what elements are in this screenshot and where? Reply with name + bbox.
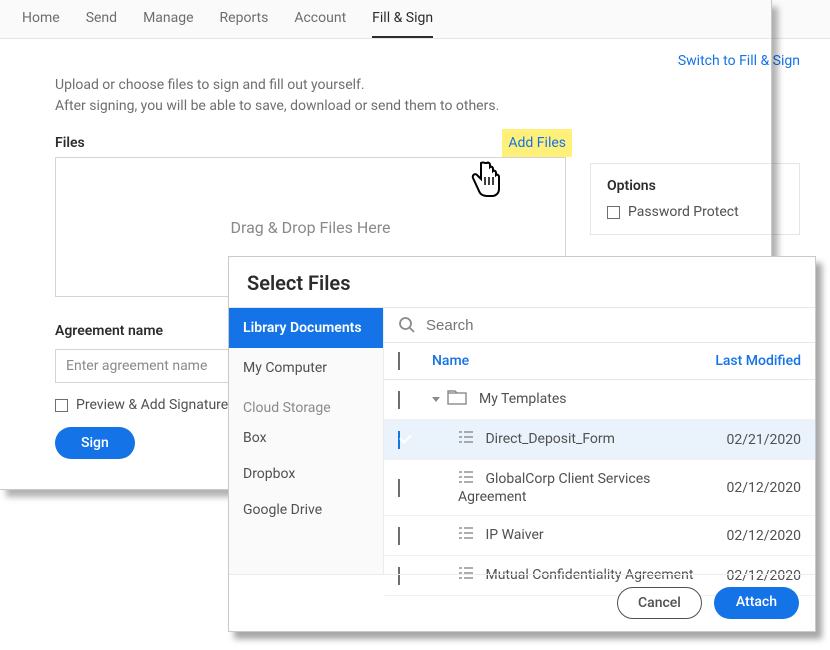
file-date: 02/21/2020 <box>701 432 801 448</box>
chevron-down-icon[interactable] <box>432 397 440 402</box>
nav-tab-reports[interactable]: Reports <box>220 10 269 38</box>
document-icon <box>458 526 474 545</box>
search-icon <box>398 316 416 334</box>
file-date: 02/12/2020 <box>701 528 801 544</box>
dialog-sidebar: Library Documents My Computer Cloud Stor… <box>229 308 384 574</box>
options-heading: Options <box>607 178 783 194</box>
dialog-title: Select Files <box>229 257 815 308</box>
table-row[interactable]: GlobalCorp Client Services Agreement 02/… <box>384 460 815 516</box>
sidebar-item-box[interactable]: Box <box>229 420 383 456</box>
folder-checkbox[interactable] <box>398 391 400 409</box>
file-name: GlobalCorp Client Services Agreement <box>458 471 650 505</box>
dropzone-hint: Drag & Drop Files Here <box>230 218 390 237</box>
document-icon <box>458 470 474 489</box>
search-bar <box>384 308 815 343</box>
nav-tab-home[interactable]: Home <box>22 10 60 38</box>
document-icon <box>458 430 474 449</box>
top-nav: Home Send Manage Reports Account Fill & … <box>0 0 830 39</box>
folder-icon <box>447 390 467 409</box>
row-checkbox[interactable] <box>398 527 400 545</box>
search-input[interactable] <box>426 317 801 334</box>
options-panel: Options Password Protect <box>590 163 800 235</box>
cancel-button[interactable]: Cancel <box>617 587 702 619</box>
preview-checkbox[interactable] <box>55 399 68 412</box>
dialog-footer: Cancel Attach <box>229 574 815 631</box>
table-row[interactable]: IP Waiver 02/12/2020 <box>384 516 815 556</box>
intro-line-1: Upload or choose files to sign and fill … <box>55 75 800 96</box>
file-name: IP Waiver <box>485 527 543 543</box>
table-row[interactable]: Direct_Deposit_Form 02/21/2020 <box>384 420 815 460</box>
nav-tab-account[interactable]: Account <box>294 10 346 38</box>
file-date: 02/12/2020 <box>701 480 801 496</box>
sign-button[interactable]: Sign <box>55 427 135 459</box>
sidebar-item-my-computer[interactable]: My Computer <box>229 348 383 388</box>
nav-tab-send[interactable]: Send <box>86 10 117 38</box>
select-all-checkbox[interactable] <box>398 352 400 370</box>
nav-tab-manage[interactable]: Manage <box>143 10 193 38</box>
sidebar-item-dropbox[interactable]: Dropbox <box>229 456 383 492</box>
switch-fill-sign-link[interactable]: Switch to Fill & Sign <box>678 53 800 69</box>
nav-tab-fill-sign[interactable]: Fill & Sign <box>372 10 433 38</box>
agreement-name-placeholder: Enter agreement name <box>66 358 207 374</box>
column-last-modified[interactable]: Last Modified <box>701 353 801 369</box>
files-heading: Files <box>55 135 85 151</box>
row-checkbox[interactable] <box>398 431 400 449</box>
column-name[interactable]: Name <box>424 353 701 369</box>
table-header: Name Last Modified <box>384 343 815 380</box>
add-files-link[interactable]: Add Files <box>508 135 566 151</box>
password-protect-checkbox[interactable] <box>607 206 620 219</box>
intro-line-2: After signing, you will be able to save,… <box>55 96 800 117</box>
select-files-dialog: Select Files Library Documents My Comput… <box>228 256 816 632</box>
sidebar-section-cloud-storage: Cloud Storage <box>229 388 383 420</box>
row-checkbox[interactable] <box>398 479 400 497</box>
sidebar-item-google-drive[interactable]: Google Drive <box>229 492 383 528</box>
sidebar-item-library-documents[interactable]: Library Documents <box>229 308 383 348</box>
file-name: Direct_Deposit_Form <box>485 431 614 447</box>
password-protect-label: Password Protect <box>628 204 739 220</box>
folder-name: My Templates <box>479 391 567 407</box>
folder-row[interactable]: My Templates <box>384 380 815 420</box>
intro-text: Upload or choose files to sign and fill … <box>0 69 830 135</box>
attach-button[interactable]: Attach <box>714 587 799 619</box>
